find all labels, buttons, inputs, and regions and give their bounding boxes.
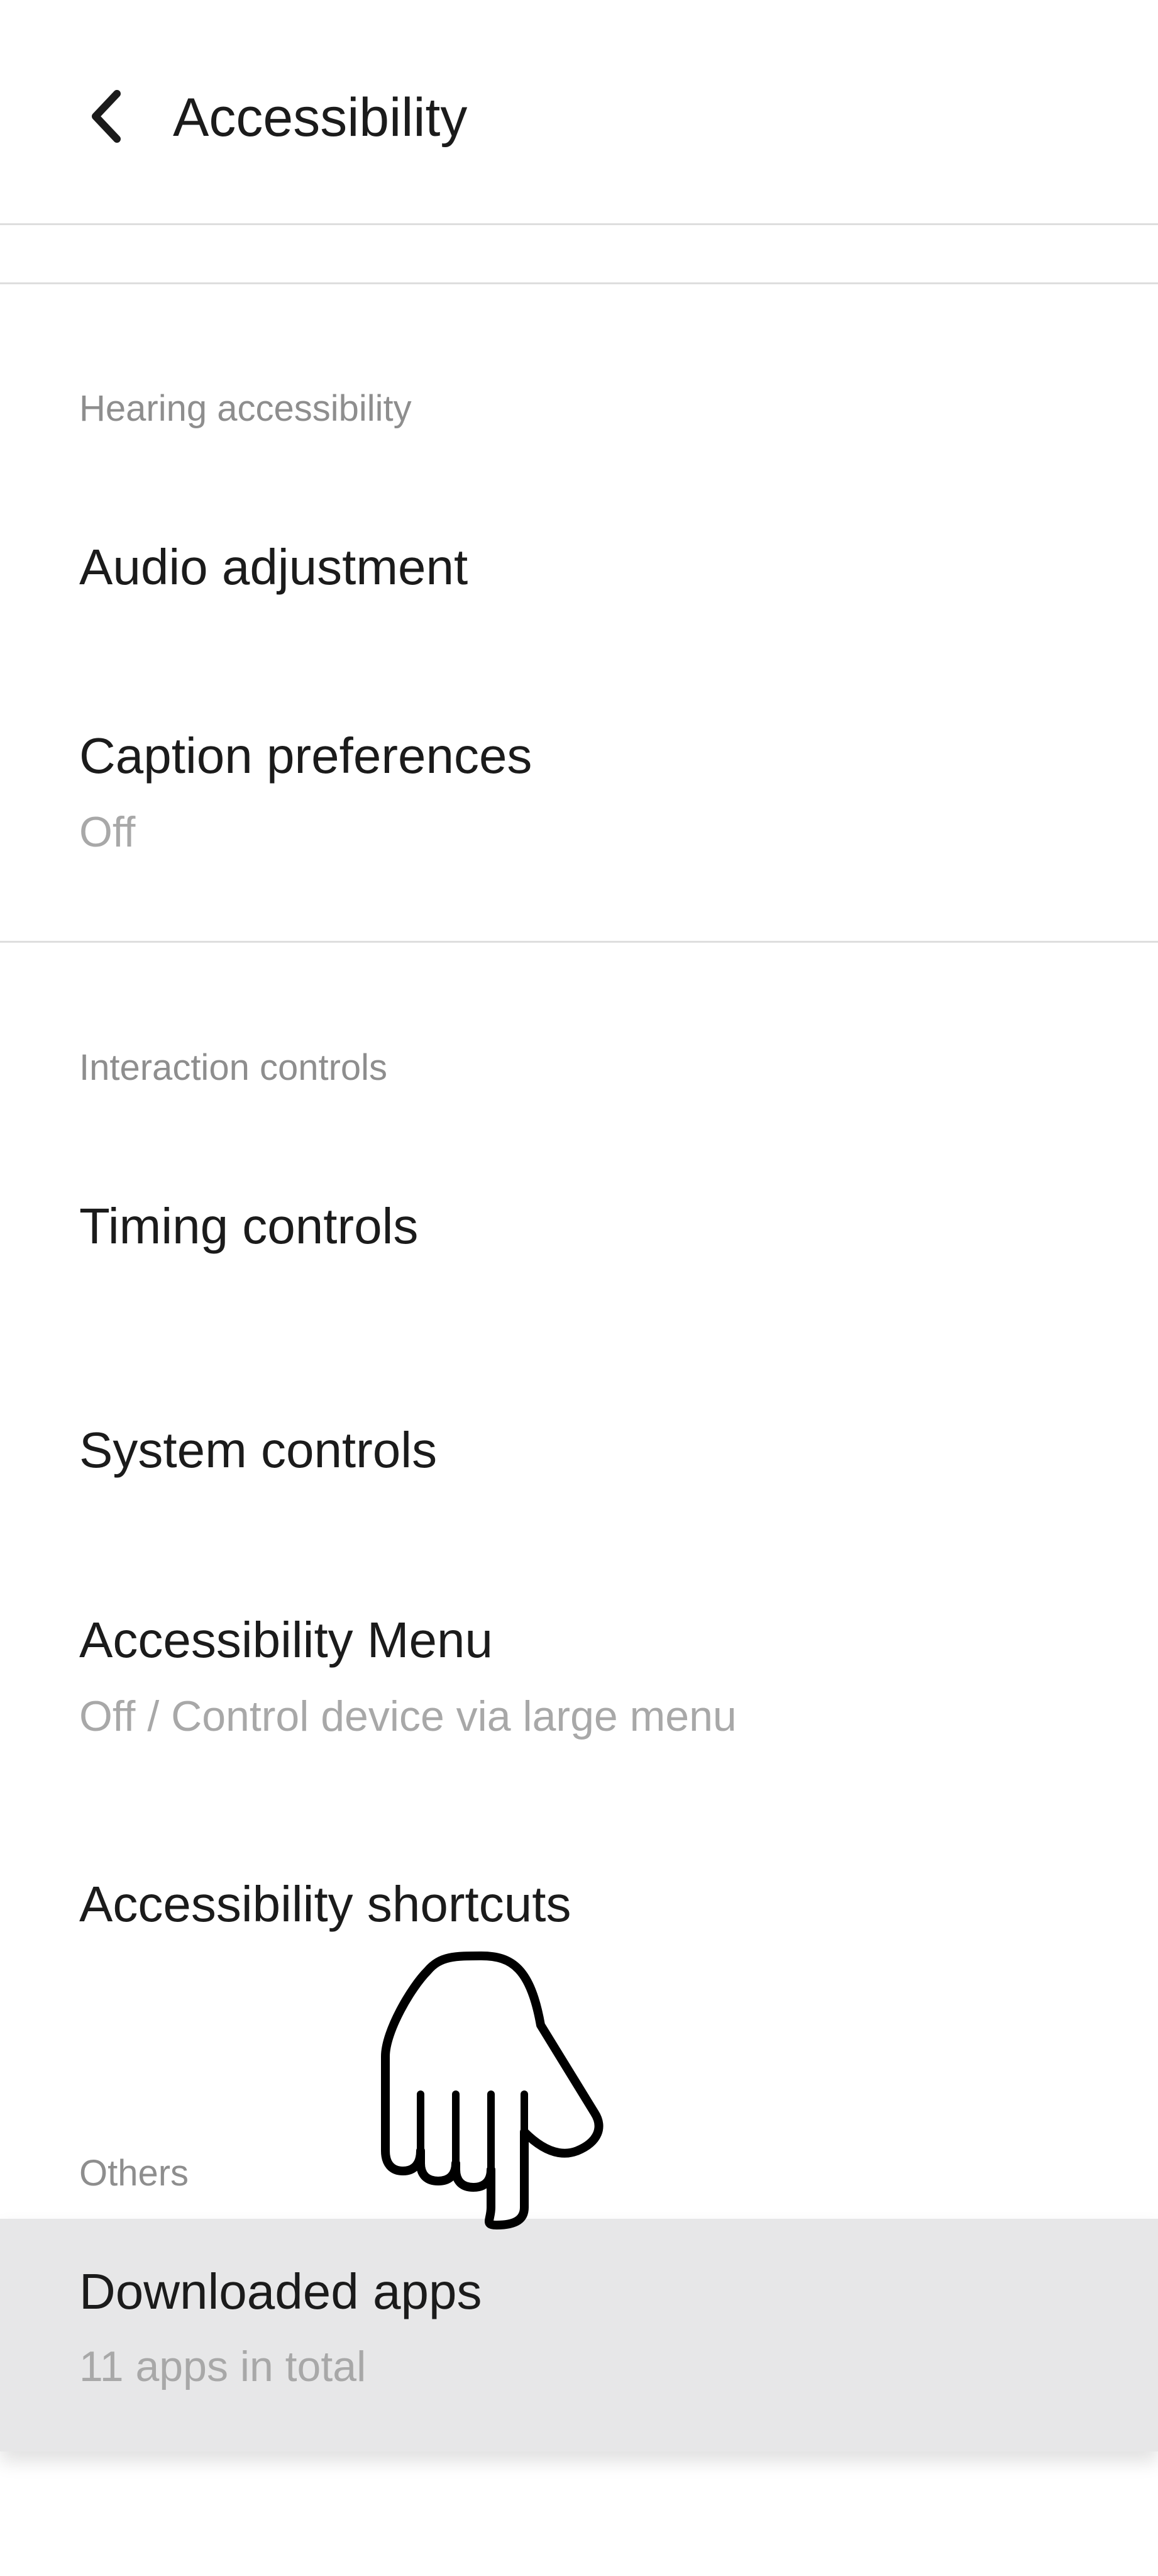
divider [0,282,1158,284]
page-title: Accessibility [173,87,468,148]
item-subtitle: Off [79,808,136,856]
list-item-downloaded-apps[interactable]: Downloaded apps 11 apps in total [0,2219,1158,2451]
list-item-accessibility-menu[interactable]: Accessibility Menu Off / Control device … [0,1589,1158,1752]
list-item-system-controls[interactable]: System controls [0,1399,1158,1512]
item-title: Timing controls [79,1198,419,1254]
app-bar: Accessibility [0,0,1158,224]
item-subtitle: 11 apps in total [79,2343,367,2390]
item-title: Downloaded apps [79,2263,482,2319]
item-title: Caption preferences [79,728,532,784]
chevron-left-icon [92,90,121,143]
list-item-audio-adjustment[interactable]: Audio adjustment [0,516,1158,629]
section-label-hearing: Hearing accessibility [79,388,412,429]
section-label-interaction: Interaction controls [79,1047,388,1088]
section-label-others: Others [79,2153,189,2194]
item-subtitle: Off / Control device via large menu [79,1692,737,1740]
item-title: Accessibility shortcuts [79,1876,571,1932]
item-title: Accessibility Menu [79,1612,494,1668]
pointing-hand-icon [381,1951,604,2229]
list-item-caption-preferences[interactable]: Caption preferences Off [0,704,1158,868]
accessibility-settings-screen: Accessibility Hearing accessibility Audi… [0,0,1158,2576]
back-button[interactable] [66,75,148,157]
item-title: Audio adjustment [79,539,468,595]
divider [0,941,1158,943]
list-item-timing-controls[interactable]: Timing controls [0,1175,1158,1288]
item-title: System controls [79,1422,438,1478]
divider [0,223,1158,225]
